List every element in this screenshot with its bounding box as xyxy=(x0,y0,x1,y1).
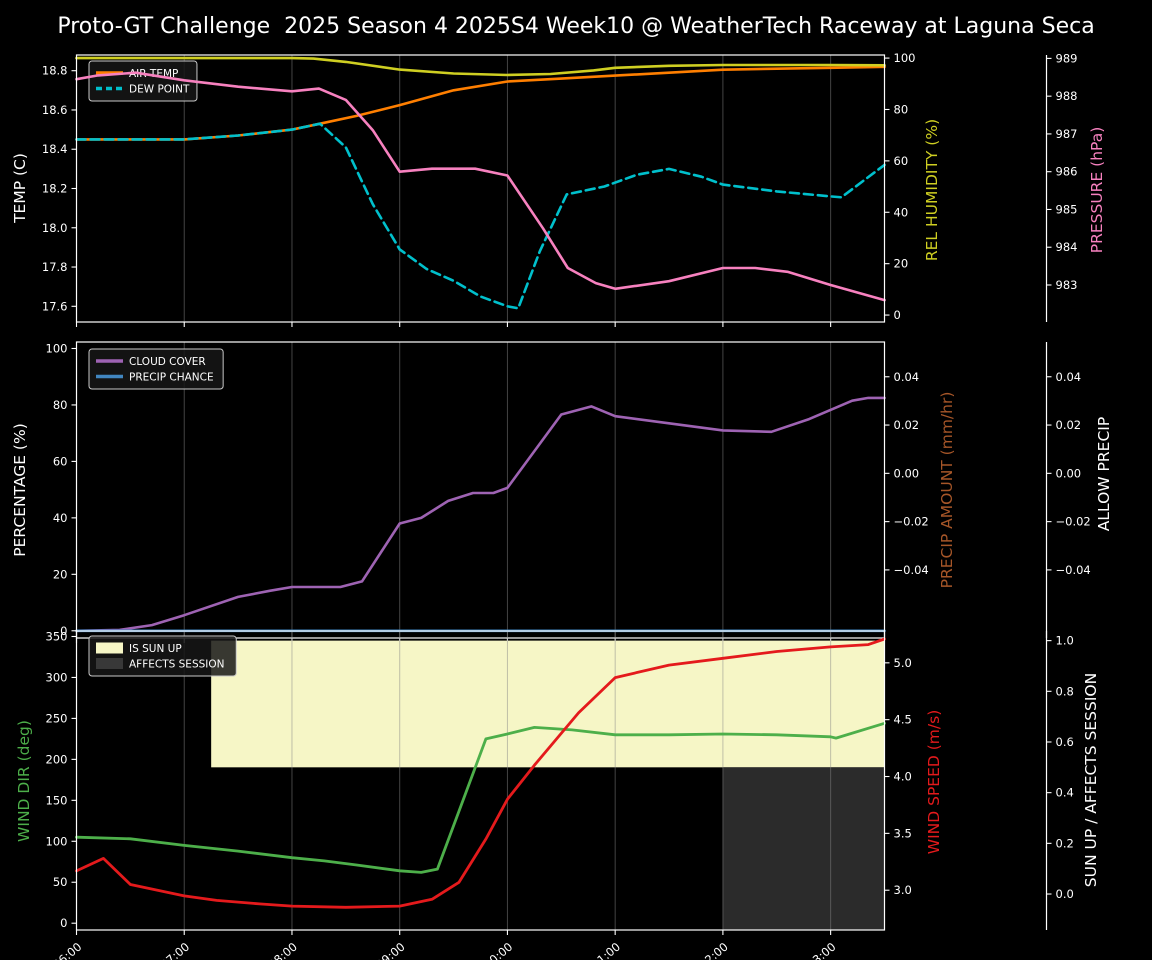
x-tick-label: 12:00 xyxy=(696,940,730,960)
tick-label: 20 xyxy=(53,567,68,581)
legend-label: CLOUD COVER xyxy=(129,356,206,368)
tick-label: 50 xyxy=(53,875,68,889)
tick-label: 18.0 xyxy=(42,221,68,235)
tick-label: 0.00 xyxy=(1056,466,1082,480)
tick-label: 3.0 xyxy=(894,883,912,897)
tick-label: 0.02 xyxy=(894,418,920,432)
tick-label: 60 xyxy=(53,454,68,468)
tick-label: 987 xyxy=(1056,127,1078,141)
tick-label: 80 xyxy=(53,398,68,412)
legend-swatch xyxy=(96,642,123,654)
tick-label: 18.6 xyxy=(42,103,68,117)
tick-label: 1.0 xyxy=(1056,634,1074,648)
wind-dir-axis-label: WIND DIR (deg) xyxy=(15,720,33,842)
humidity-axis-label: REL HUMIDITY (%) xyxy=(923,118,941,262)
tick-label: 5.0 xyxy=(894,656,912,670)
tick-label: 0.4 xyxy=(1056,786,1074,800)
legend-label: PRECIP CHANCE xyxy=(129,371,214,383)
tick-label: 17.6 xyxy=(42,299,68,313)
tick-label: 0.04 xyxy=(894,370,920,384)
tick-label: 985 xyxy=(1056,202,1078,216)
tick-label: 0.8 xyxy=(1056,684,1074,698)
tick-label: 350 xyxy=(46,629,68,643)
pressure-axis-label: PRESSURE (hPa) xyxy=(1088,126,1106,254)
temp-axis-label: TEMP (C) xyxy=(11,153,29,223)
sun-up-axis-label: SUN UP / AFFECTS SESSION xyxy=(1082,672,1100,888)
percentage-axis-label: PERCENTAGE (%) xyxy=(11,423,29,557)
tick-label: 20 xyxy=(894,257,909,271)
tick-label: −0.04 xyxy=(1056,563,1091,577)
x-tick-label: 13:00 xyxy=(804,940,838,960)
precip-amount-axis-label: PRECIP AMOUNT (mm/hr) xyxy=(938,391,956,589)
weather-forecast-figure: Proto-GT Challenge 2025 Season 4 2025S4 … xyxy=(0,0,1152,960)
tick-label: 0.02 xyxy=(1056,418,1082,432)
tick-label: −0.02 xyxy=(894,515,929,529)
tick-label: 40 xyxy=(894,205,909,219)
tick-label: 18.4 xyxy=(42,142,68,156)
tick-label: 150 xyxy=(46,793,68,807)
tick-label: 0 xyxy=(894,308,901,322)
legend-label: DEW POINT xyxy=(129,83,190,95)
tick-label: 17.8 xyxy=(42,260,68,274)
x-tick-label: 11:00 xyxy=(589,940,623,960)
x-tick-label: 10:00 xyxy=(481,940,515,960)
tick-label: 0.04 xyxy=(1056,370,1082,384)
tick-label: −0.04 xyxy=(894,563,929,577)
tick-label: 0.6 xyxy=(1056,735,1074,749)
cloud-cover-line xyxy=(75,396,886,633)
affects-session-region xyxy=(722,767,885,930)
x-tick-label: 09:00 xyxy=(373,940,407,960)
tick-label: 300 xyxy=(46,670,68,684)
tick-label: −0.02 xyxy=(1056,515,1091,529)
x-tick-label: 06:00 xyxy=(50,940,84,960)
tick-label: 100 xyxy=(46,834,68,848)
wind-speed-axis-label: WIND SPEED (m/s) xyxy=(925,709,943,855)
air-temp-line xyxy=(75,65,886,141)
pressure-line xyxy=(75,71,886,302)
allow-precip-axis-label: ALLOW PRECIP xyxy=(1095,416,1113,532)
tick-label: 250 xyxy=(46,711,68,725)
legend-label: IS SUN UP xyxy=(129,643,182,655)
tick-label: 983 xyxy=(1056,278,1078,292)
tick-label: 3.5 xyxy=(894,826,912,840)
tick-label: 200 xyxy=(46,752,68,766)
tick-label: 100 xyxy=(46,341,68,355)
tick-label: 40 xyxy=(53,511,68,525)
legend-swatch xyxy=(96,658,123,669)
tick-label: 984 xyxy=(1056,240,1078,254)
tick-label: 80 xyxy=(894,102,909,116)
tick-label: 986 xyxy=(1056,165,1078,179)
weather-chart-canvas: AIR TEMPDEW POINT17.617.818.018.218.418.… xyxy=(42,51,1091,960)
tick-label: 60 xyxy=(894,154,909,168)
tick-label: 4.5 xyxy=(894,713,912,727)
tick-label: 18.2 xyxy=(42,182,68,196)
dew-point-line xyxy=(75,122,886,310)
x-tick-label: 07:00 xyxy=(158,940,192,960)
tick-label: 0.2 xyxy=(1056,836,1074,850)
tick-label: 18.8 xyxy=(42,64,68,78)
tick-label: 988 xyxy=(1056,89,1078,103)
tick-label: 0.0 xyxy=(1056,887,1074,901)
tick-label: 0 xyxy=(60,916,67,930)
rel-humidity-line xyxy=(75,56,886,77)
tick-label: 100 xyxy=(894,51,916,65)
legend-label: AFFECTS SESSION xyxy=(129,658,225,670)
tick-label: 0.00 xyxy=(894,466,920,480)
x-tick-label: 08:00 xyxy=(265,940,299,960)
tick-label: 4.0 xyxy=(894,770,912,784)
tick-label: 989 xyxy=(1056,51,1078,65)
